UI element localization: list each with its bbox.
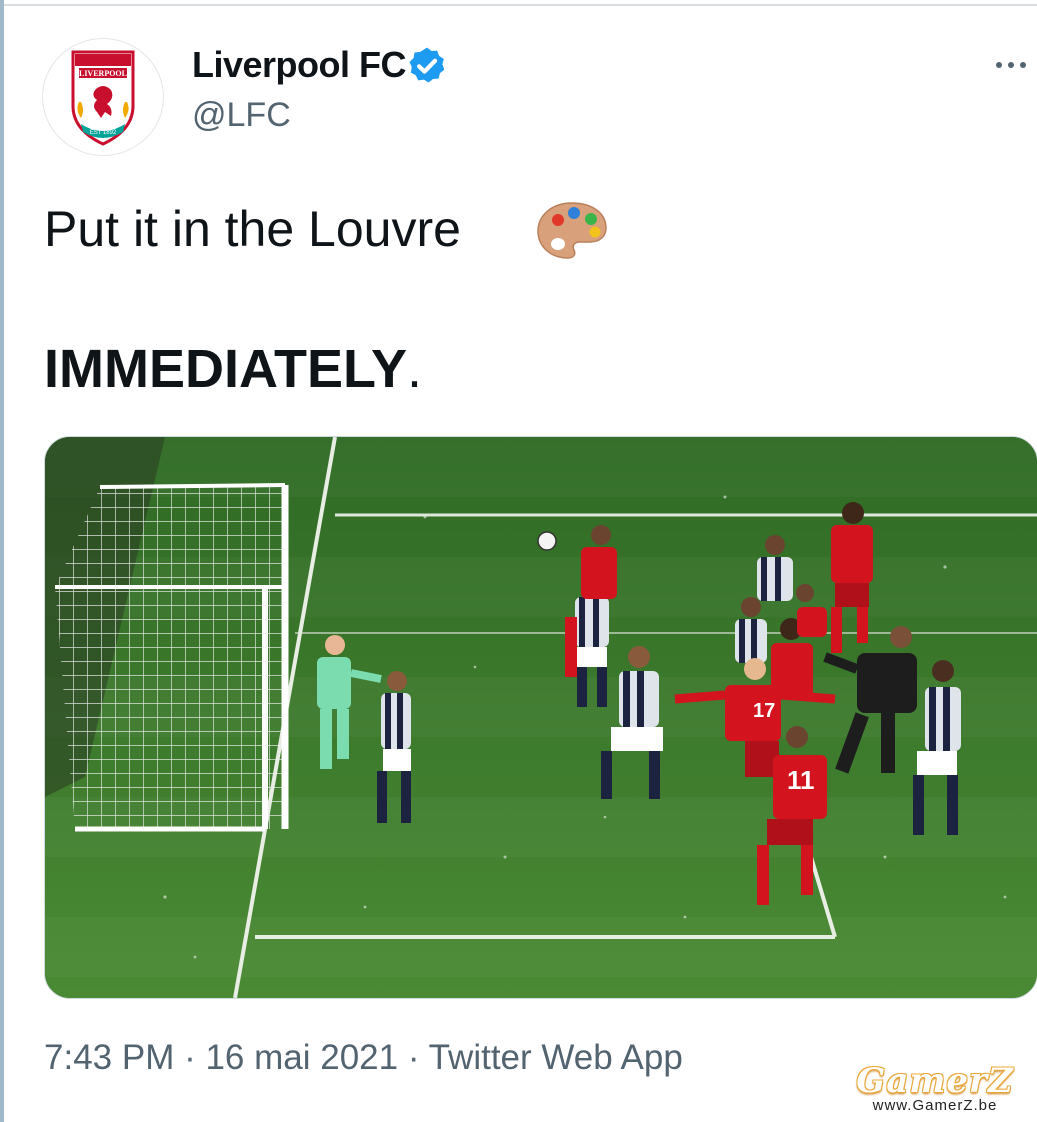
artist-palette-icon — [537, 202, 607, 259]
dot-icon — [996, 62, 1002, 68]
more-options-icon[interactable] — [996, 50, 1036, 80]
tweet-date[interactable]: 16 mai 2021 — [205, 1038, 398, 1077]
emphasis-word: IMMEDIATELY — [44, 339, 408, 399]
period: . — [407, 339, 423, 399]
tweet-source[interactable]: Twitter Web App — [429, 1038, 683, 1077]
dot-icon — [1020, 62, 1026, 68]
watermark-url: www.GamerZ.be — [872, 1097, 998, 1114]
watermark-logo: GamerZ — [856, 1061, 1014, 1101]
tweet-text-line-1: Put it in the Louvre — [44, 201, 461, 257]
top-divider — [4, 4, 1037, 6]
svg-text:EST 1892: EST 1892 — [90, 130, 117, 136]
avatar[interactable]: LIVERPOOL EST 1892 — [42, 38, 164, 156]
tweet-media-photo[interactable]: 17 11 — [44, 436, 1037, 999]
shirt-number: 11 — [787, 765, 815, 795]
liverpool-fc-crest-icon: LIVERPOOL EST 1892 — [71, 50, 135, 146]
author-handle[interactable]: @LFC — [192, 96, 291, 135]
verified-badge-icon — [409, 47, 445, 83]
shirt-number: 17 — [753, 700, 775, 722]
meta-separator: · — [174, 1038, 206, 1077]
window-edge — [0, 0, 4, 1122]
football-match-photo: 17 11 — [45, 437, 1037, 998]
author-display-name[interactable]: Liverpool FC — [192, 44, 407, 86]
watermark: GamerZ www.GamerZ.be — [850, 1064, 1020, 1114]
tweet-time[interactable]: 7:43 PM — [44, 1038, 174, 1077]
tweet-text-line-2: IMMEDIATELY. — [44, 338, 422, 400]
meta-separator: · — [398, 1038, 429, 1077]
tweet-timestamp[interactable]: 7:43 PM · 16 mai 2021 · Twitter Web App — [44, 1038, 683, 1078]
dot-icon — [1008, 62, 1014, 68]
svg-text:LIVERPOOL: LIVERPOOL — [79, 69, 127, 78]
